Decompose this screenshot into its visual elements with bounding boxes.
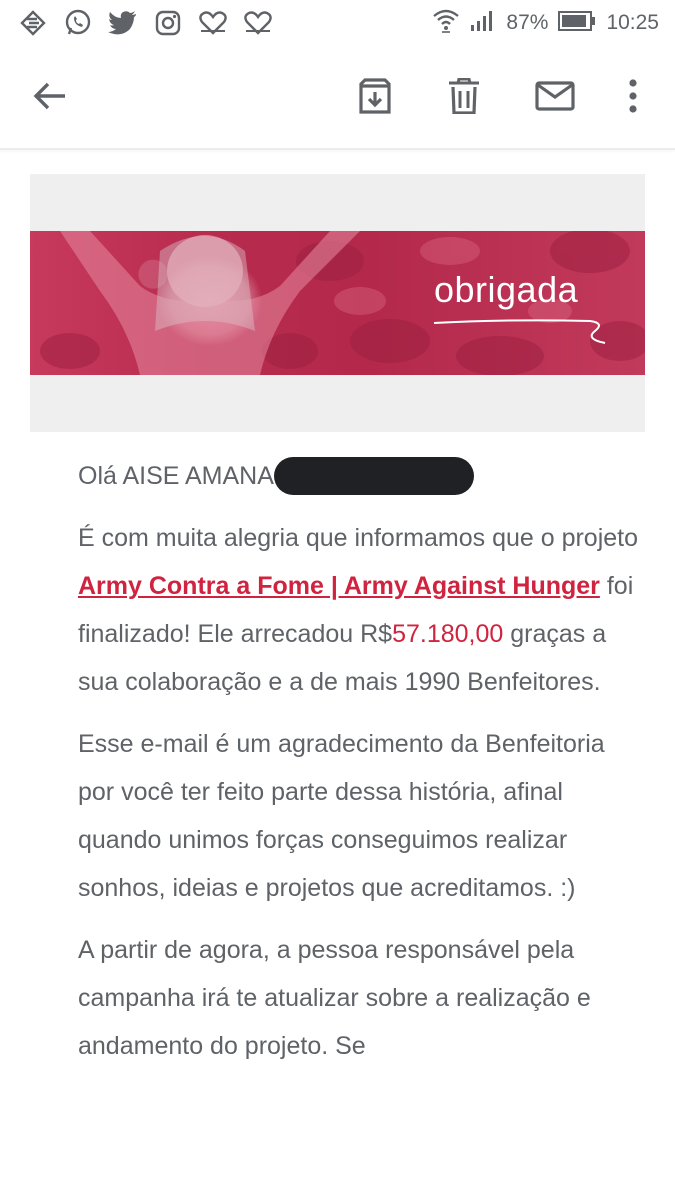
- redacted-name: [273, 457, 474, 495]
- status-bar: 87% 10:25: [0, 0, 675, 46]
- heart-outline-icon: [243, 8, 273, 38]
- twitter-icon: [108, 8, 138, 38]
- greeting-line: Olá AISE AMANA: [78, 452, 638, 500]
- mark-unread-button[interactable]: [531, 72, 579, 120]
- mark-unread-icon: [535, 81, 575, 111]
- email-header-banner: obrigada: [30, 174, 645, 432]
- paragraph-thanks: Esse e-mail é um agradecimento da Benfei…: [78, 730, 605, 902]
- back-arrow-icon: [33, 82, 65, 110]
- instagram-icon: [153, 8, 183, 38]
- notification-icons: [18, 8, 288, 38]
- email-toolbar: [0, 46, 675, 150]
- project-link[interactable]: Army Contra a Fome | Army Against Hunger: [78, 572, 600, 600]
- paragraph-updates: A partir de agora, a pessoa responsável …: [78, 936, 591, 1060]
- thank-you-banner-image: obrigada: [30, 231, 645, 375]
- archive-icon: [359, 78, 391, 114]
- paragraph-project-finished: É com muita alegria que informamos que o…: [78, 514, 638, 706]
- amount-raised: 57.180,00: [392, 620, 504, 648]
- greeting-text: Olá AISE AMANA: [78, 462, 274, 490]
- whatsapp-icon: [63, 8, 93, 38]
- clock: 10:25: [606, 11, 659, 34]
- system-status: 87% 10:25: [422, 8, 659, 39]
- battery-percentage: 87%: [506, 11, 549, 34]
- back-button[interactable]: [26, 72, 74, 120]
- archive-button[interactable]: [351, 72, 399, 120]
- delete-icon: [449, 78, 479, 114]
- heart-outline-icon: [198, 8, 228, 38]
- banner-title: obrigada: [434, 269, 579, 310]
- more-options-button[interactable]: [609, 72, 657, 120]
- email-body: Olá AISE AMANA É com muita alegria que i…: [78, 452, 638, 1084]
- wifi-icon: [432, 8, 460, 39]
- signal-icon: [470, 9, 496, 38]
- more-vert-icon: [629, 79, 637, 113]
- battery-icon: [558, 10, 596, 37]
- delete-button[interactable]: [440, 72, 488, 120]
- paragraph-intro: É com muita alegria que informamos que o…: [78, 524, 639, 552]
- app-icon: [18, 8, 48, 38]
